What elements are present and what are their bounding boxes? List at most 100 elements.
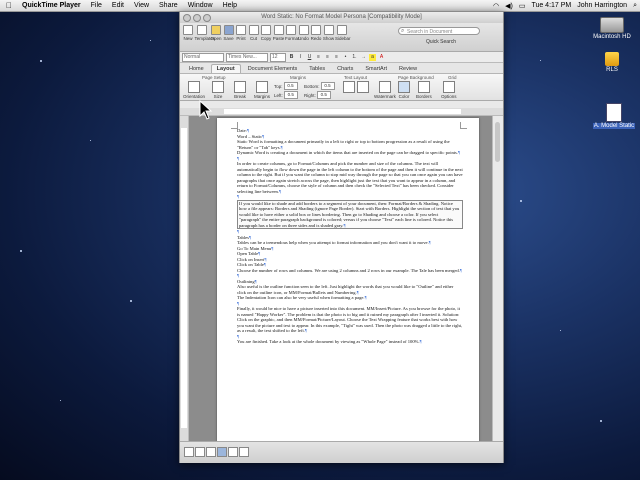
menu-user[interactable]: John Harrington [574,2,630,9]
document-page[interactable]: Date:¶ Word – Static¶ Static Word is forma… [217,118,479,441]
horizontal-ruler[interactable] [180,108,503,116]
volume-icon[interactable]: ◀) [502,2,516,10]
right-margin-field[interactable]: Right: 0.5 [304,91,331,99]
document-paragraph[interactable]: In order to create columns, go to Format… [237,161,463,194]
document-paragraph[interactable]: If you would like to shade and add borde… [237,199,463,229]
zoom-window-button[interactable] [203,14,211,22]
sidebar-button[interactable]: Sidebar [335,25,351,41]
page-color-button[interactable]: Color [398,81,410,99]
tab-smartart[interactable]: SmartArt [360,65,392,73]
menu-share[interactable]: Share [154,2,183,9]
align-left-icon[interactable]: ≡ [315,54,322,61]
pilcrow-mark: ¶ [458,150,461,155]
bottom-margin-field[interactable]: Bottom: 0.5 [304,82,335,90]
align-right-icon[interactable]: ≡ [333,54,340,61]
document-body[interactable]: Date:¶ Word – Static¶ Static Word is forma… [237,128,463,345]
tab-charts[interactable]: Charts [332,65,358,73]
document-paragraph[interactable]: Finally, it would be nice to have a pict… [237,306,463,334]
desktop-icon-rls[interactable]: RLS [588,52,636,73]
font-color-icon[interactable]: A [378,54,385,61]
watermark-icon [378,81,391,93]
font-size-dropdown[interactable]: 12 [270,52,286,62]
menu-clock[interactable]: Tue 4:17 PM [528,2,574,9]
break-button[interactable]: Break [234,81,246,99]
underline-icon[interactable]: U [306,54,313,61]
print-layout-view-icon[interactable] [217,447,227,457]
menu-edit[interactable]: Edit [107,2,129,9]
paste-button[interactable]: Paste [273,25,285,41]
borders-button[interactable]: Borders [416,81,432,99]
copy-button[interactable]: Copy [260,25,272,41]
paintbrush-icon [286,25,296,35]
left-margin-field[interactable]: Left: 0.5 [274,91,298,99]
bullets-icon[interactable]: • [342,54,349,61]
left-margin-value[interactable]: 0.5 [283,91,298,99]
desktop-icon-model-static[interactable]: A. Model Static [590,103,638,129]
top-margin-field[interactable]: Top: 0.5 [274,82,298,90]
templates-button[interactable]: Templates [195,25,215,41]
bottom-margin-value[interactable]: 0.5 [320,82,335,90]
menu-view[interactable]: View [129,2,154,9]
format-button[interactable]: Format [285,25,299,41]
document-paragraph[interactable]: You are finished. Take a look at the who… [237,339,463,345]
publishing-view-icon[interactable] [206,447,216,457]
italic-icon[interactable]: I [297,54,304,61]
vertical-scrollbar[interactable] [492,116,503,441]
tab-document-elements[interactable]: Document Elements [243,65,303,73]
tab-review[interactable]: Review [394,65,422,73]
font-dropdown[interactable]: Times New... [226,52,268,62]
document-paragraph[interactable]: Dynamic Word is creating a document in w… [237,150,463,156]
orientation-button[interactable]: Orientation [183,81,205,99]
pilcrow-mark: ¶ [246,128,250,133]
text-direction-button[interactable] [343,81,355,94]
menu-window[interactable]: Window [183,2,218,9]
watermark-button[interactable]: Watermark [374,81,396,99]
spotlight-icon[interactable]: ⌕ [630,2,640,10]
indent-icon[interactable]: → [360,54,367,61]
notebook-view-icon[interactable] [228,447,238,457]
tab-layout[interactable]: Layout [210,64,241,73]
draft-view-icon[interactable] [184,447,194,457]
numbering-icon[interactable]: 1. [351,54,358,61]
desktop-icon-macintosh-hd[interactable]: Macintosh HD [588,17,636,40]
undo-button[interactable]: Undo [298,25,310,41]
menu-help[interactable]: Help [218,2,242,9]
close-window-button[interactable] [183,14,191,22]
right-margin-label: Right: [304,92,316,98]
columns-button[interactable] [357,81,369,94]
right-margin-value[interactable]: 0.5 [316,91,331,99]
search-input[interactable]: ⌕ Search in Document [398,27,480,35]
window-title-bar[interactable]: Word Static: No Format Model Persona [Co… [180,12,503,23]
size-button[interactable]: Size [212,81,224,99]
tab-tables[interactable]: Tables [304,65,330,73]
minimize-window-button[interactable] [193,14,201,22]
menu-file[interactable]: File [86,2,107,9]
redo-button[interactable]: Redo [310,25,322,41]
show-button[interactable]: Show [323,25,335,41]
align-center-icon[interactable]: ≡ [324,54,331,61]
document-icon [606,103,622,122]
document-paragraph[interactable]: Static Word is formatting a document pri… [237,139,463,150]
battery-icon[interactable]: ▭ [516,2,529,10]
new-button[interactable]: New [182,25,194,41]
menu-app-name[interactable]: QuickTime Player [17,2,86,9]
top-margin-value[interactable]: 0.5 [283,82,298,90]
document-paragraph[interactable]: Choose the number of rows and columns. W… [237,268,463,274]
wifi-icon[interactable]: ◠ [490,2,502,10]
print-button[interactable]: Print [235,25,247,41]
grid-options-button[interactable]: Options [441,81,457,99]
open-button[interactable]: Open [210,25,222,41]
highlight-icon[interactable]: a [369,53,376,61]
scroll-thumb[interactable] [495,122,500,162]
document-paragraph[interactable]: Also useful is the outline function seen… [237,284,463,295]
vertical-ruler[interactable] [180,116,189,441]
outline-view-icon[interactable] [195,447,205,457]
bold-icon[interactable]: B [288,54,295,61]
margins-button[interactable]: Margins [254,81,270,99]
tab-home[interactable]: Home [184,65,209,73]
full-screen-view-icon[interactable] [239,447,249,457]
save-button[interactable]: Save [223,25,235,41]
apple-icon[interactable]:  [0,1,17,10]
style-dropdown[interactable]: Normal [182,52,224,62]
cut-button[interactable]: Cut [248,25,260,41]
